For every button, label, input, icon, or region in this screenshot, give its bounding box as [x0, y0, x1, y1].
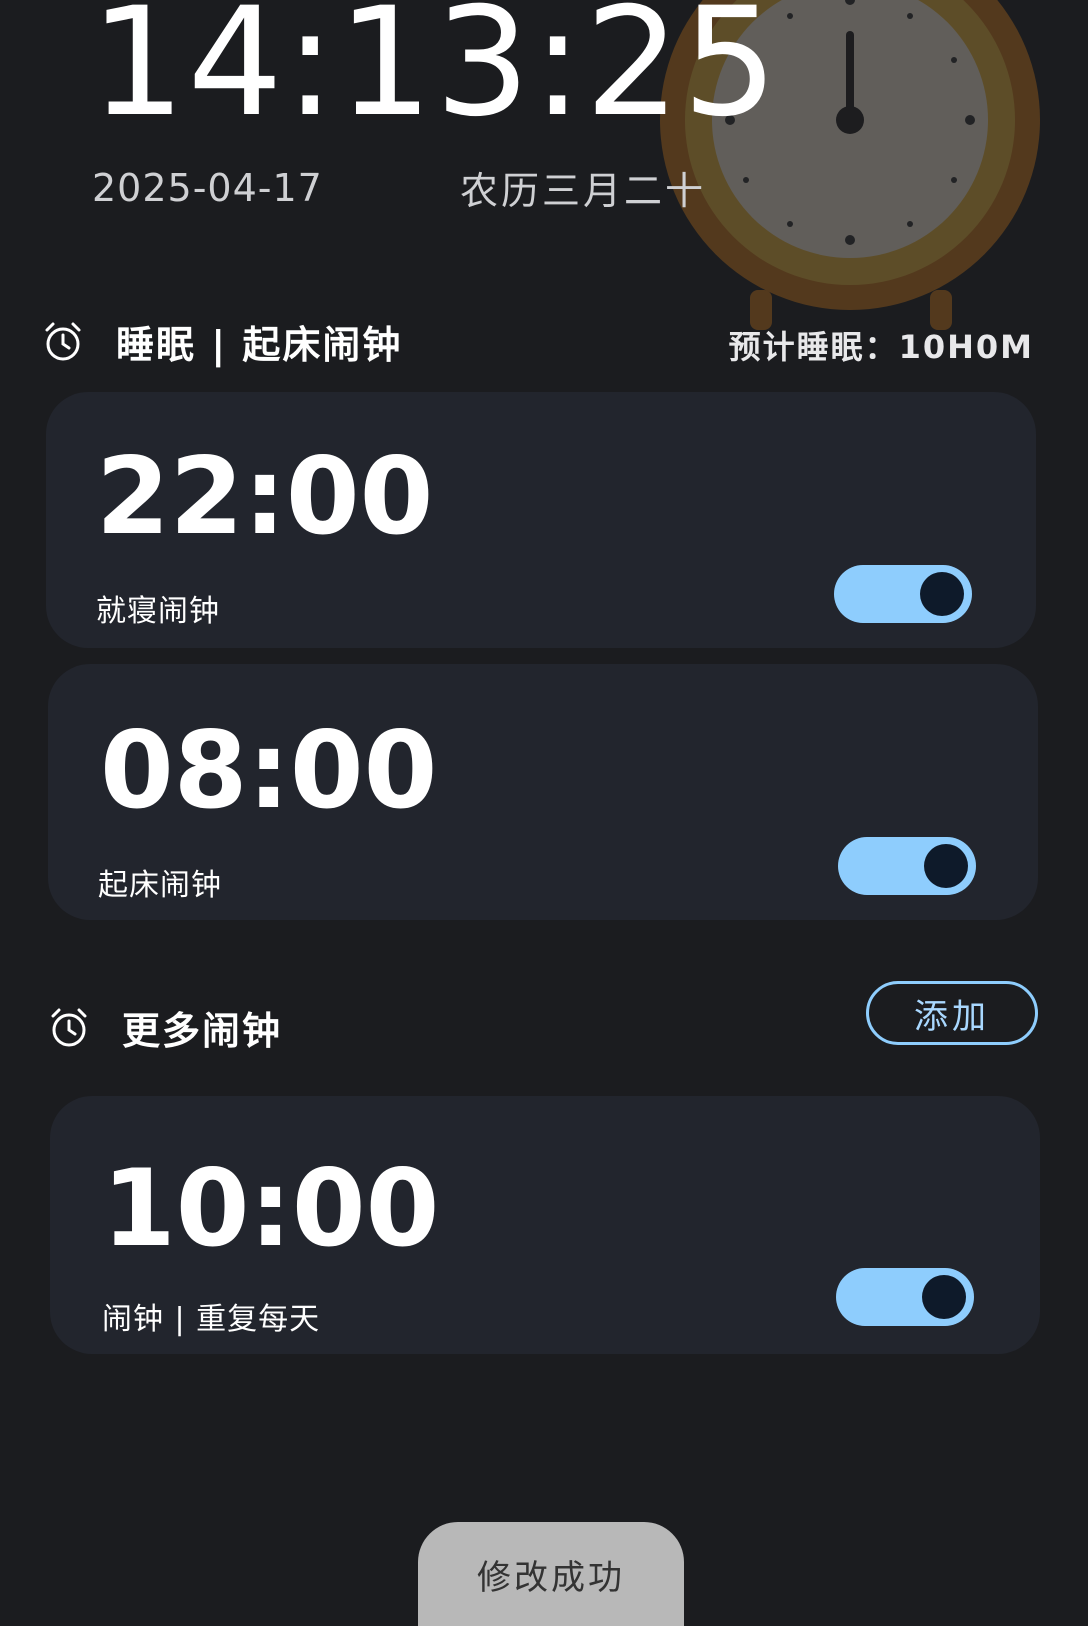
- alarm-toggle-bedtime[interactable]: [834, 565, 972, 623]
- alarm-card-daily[interactable]: 10:00 闹钟 | 重复每天: [50, 1096, 1040, 1354]
- alarm-time: 22:00: [96, 435, 434, 558]
- toggle-knob: [920, 572, 964, 616]
- more-alarms-title: 更多闹钟: [122, 1009, 283, 1053]
- add-alarm-button[interactable]: 添加: [866, 981, 1038, 1045]
- toggle-knob: [922, 1275, 966, 1319]
- alarm-time: 10:00: [102, 1147, 440, 1270]
- sleep-section-header: 睡眠 | 起床闹钟: [42, 314, 402, 369]
- alarm-toggle-wakeup[interactable]: [838, 837, 976, 895]
- current-time: 14:13:25: [90, 0, 780, 150]
- alarm-time: 08:00: [100, 709, 438, 832]
- current-date: 2025-04-17: [92, 166, 323, 210]
- sleep-section-title: 睡眠 | 起床闹钟: [116, 323, 403, 367]
- toggle-knob: [924, 844, 968, 888]
- toast-message: 修改成功: [418, 1522, 684, 1626]
- alarm-clock-icon: [51, 1008, 87, 1046]
- more-alarms-header: 更多闹钟: [48, 1000, 282, 1055]
- sleep-estimate: 预计睡眠：10H0M: [728, 328, 1034, 366]
- alarm-card-bedtime[interactable]: 22:00 就寝闹钟: [46, 392, 1036, 648]
- alarm-toggle-daily[interactable]: [836, 1268, 974, 1326]
- lunar-date: 农历三月二十: [460, 169, 707, 213]
- alarm-screen: 14:13:25 2025-04-17 农历三月二十 睡眠 | 起床闹钟 预计睡…: [0, 0, 1088, 1626]
- alarm-label: 起床闹钟: [98, 868, 222, 903]
- alarm-clock-icon: [45, 322, 81, 360]
- alarm-label: 就寝闹钟: [96, 594, 220, 629]
- alarm-card-wakeup[interactable]: 08:00 起床闹钟: [48, 664, 1038, 920]
- alarm-label: 闹钟 | 重复每天: [102, 1302, 321, 1337]
